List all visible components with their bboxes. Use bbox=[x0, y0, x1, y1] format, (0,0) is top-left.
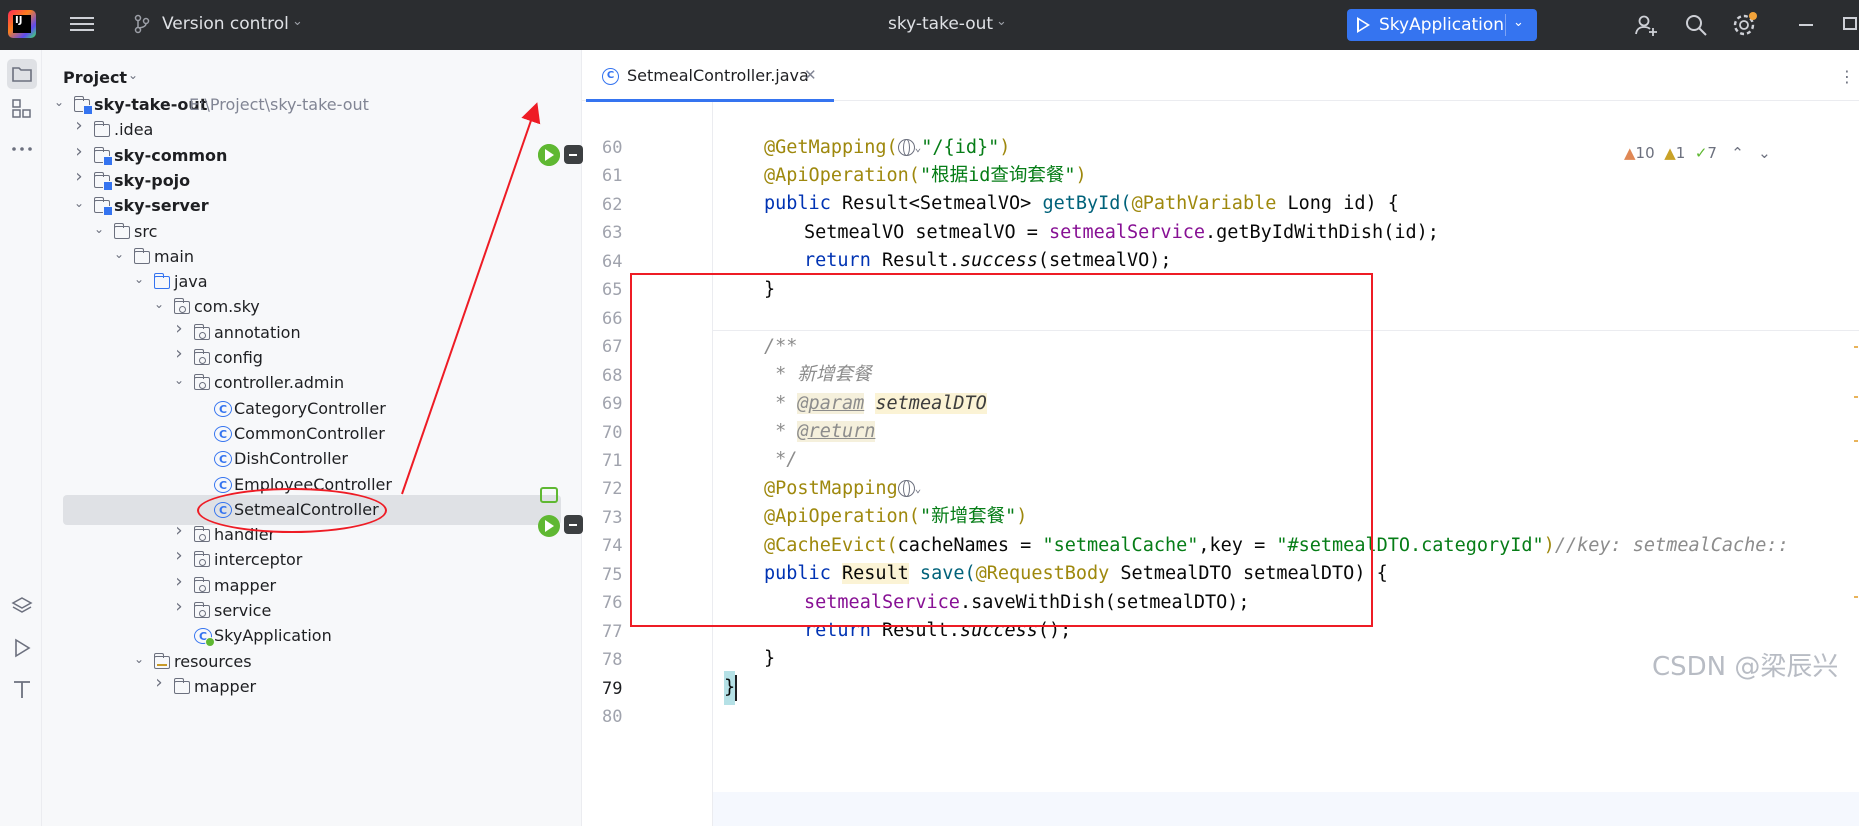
annotation-arrow bbox=[401, 102, 541, 495]
watermark: CSDN @梁辰兴 bbox=[1652, 652, 1839, 682]
